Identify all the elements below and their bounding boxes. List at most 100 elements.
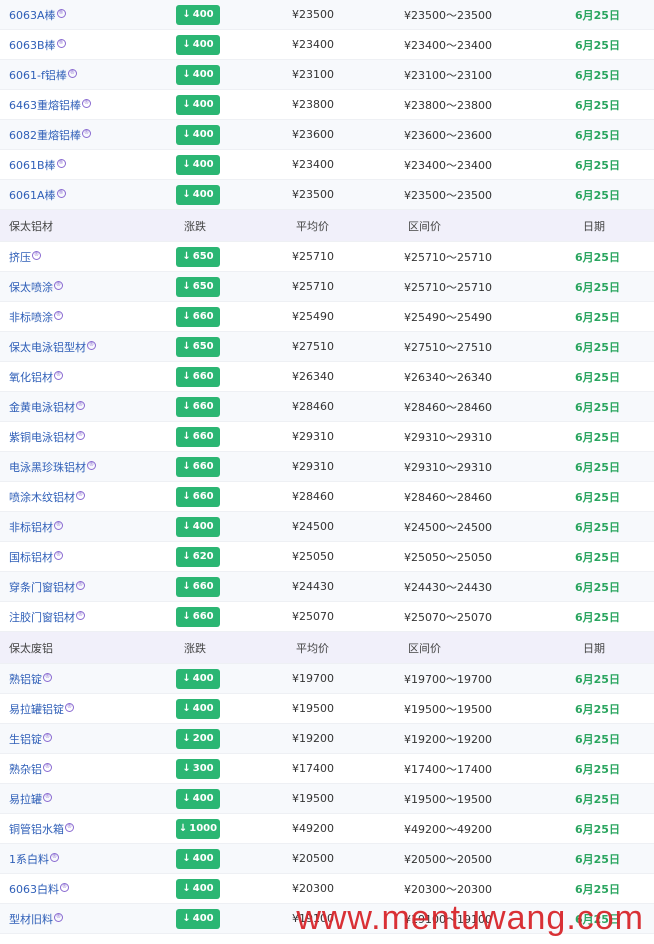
product-link[interactable]: 非标喷涂 ® bbox=[9, 309, 63, 325]
product-link[interactable]: 6061-f铝棒 ® bbox=[9, 67, 77, 83]
product-link[interactable]: 国标铝材 ® bbox=[9, 549, 63, 565]
change-badge: ↓ 660 bbox=[176, 396, 220, 417]
table-row: 6061A棒 ® ↓ 400 ¥23500 ¥23500～23500 6月25日 bbox=[0, 180, 654, 210]
change-value: 400 bbox=[192, 159, 214, 170]
change-value: 400 bbox=[192, 883, 214, 894]
down-arrow-icon: ↓ bbox=[182, 281, 191, 292]
change-value: 660 bbox=[192, 491, 214, 502]
product-link[interactable]: 6063A棒 ® bbox=[9, 7, 66, 23]
product-link[interactable]: 注胶门窗铝材 ® bbox=[9, 609, 85, 625]
registered-icon: ® bbox=[87, 340, 96, 350]
product-link[interactable]: 易拉罐铝锭 ® bbox=[9, 701, 74, 717]
product-name-cell: 1系白料 ® bbox=[9, 844, 174, 873]
product-link[interactable]: 1系白料 ® bbox=[9, 851, 59, 867]
product-link[interactable]: 喷涂木纹铝材 ® bbox=[9, 489, 85, 505]
product-name: 保太电泳铝型材 bbox=[9, 340, 86, 354]
change-cell: ↓ 400 bbox=[176, 512, 248, 541]
table-row: 电泳黑珍珠铝材 ® ↓ 660 ¥29310 ¥29310～29310 6月25日 bbox=[0, 452, 654, 482]
product-link[interactable]: 型材旧料 ® bbox=[9, 911, 63, 927]
registered-icon: ® bbox=[50, 852, 59, 862]
registered-icon: ® bbox=[76, 580, 85, 590]
change-badge: ↓ 650 bbox=[176, 336, 220, 357]
range-price: ¥23500～23500 bbox=[404, 8, 492, 22]
date-value: 6月25日 bbox=[575, 792, 620, 806]
change-value: 400 bbox=[192, 673, 214, 684]
table-row: 氧化铝材 ® ↓ 660 ¥26340 ¥26340～26340 6月25日 bbox=[0, 362, 654, 392]
product-name-cell: 非标喷涂 ® bbox=[9, 302, 174, 331]
table-row: 6063A棒 ® ↓ 400 ¥23500 ¥23500～23500 6月25日 bbox=[0, 0, 654, 30]
product-link[interactable]: 生铝锭 ® bbox=[9, 731, 52, 747]
avg-price: ¥25710 bbox=[292, 250, 334, 263]
table-row: 保太喷涂 ® ↓ 650 ¥25710 ¥25710～25710 6月25日 bbox=[0, 272, 654, 302]
registered-icon: ® bbox=[54, 550, 63, 560]
product-name: 氧化铝材 bbox=[9, 370, 53, 384]
product-name: 紫铜电泳铝材 bbox=[9, 430, 75, 444]
change-cell: ↓ 660 bbox=[176, 482, 248, 511]
avg-price: ¥49200 bbox=[292, 822, 334, 835]
change-cell: ↓ 400 bbox=[176, 784, 248, 813]
date-value: 6月25日 bbox=[575, 580, 620, 594]
change-value: 400 bbox=[192, 9, 214, 20]
product-link[interactable]: 非标铝材 ® bbox=[9, 519, 63, 535]
registered-icon: ® bbox=[76, 490, 85, 500]
change-value: 400 bbox=[192, 189, 214, 200]
product-link[interactable]: 6063白料 ® bbox=[9, 881, 69, 897]
table-row: 易拉罐铝锭 ® ↓ 400 ¥19500 ¥19500～19500 6月25日 bbox=[0, 694, 654, 724]
product-name: 6063A棒 bbox=[9, 8, 56, 22]
registered-icon: ® bbox=[54, 310, 63, 320]
change-value: 660 bbox=[192, 431, 214, 442]
change-badge: ↓ 650 bbox=[176, 276, 220, 297]
change-cell: ↓ 1000 bbox=[176, 814, 248, 843]
product-link[interactable]: 铜管铝水箱 ® bbox=[9, 821, 74, 837]
date-value: 6月25日 bbox=[575, 762, 620, 776]
range-price: ¥26340～26340 bbox=[404, 370, 492, 384]
product-name: 挤压 bbox=[9, 250, 31, 264]
range-price: ¥49200～49200 bbox=[404, 822, 492, 836]
product-name-cell: 电泳黑珍珠铝材 ® bbox=[9, 452, 174, 481]
product-link[interactable]: 金黄电泳铝材 ® bbox=[9, 399, 85, 415]
range-price: ¥23800～23800 bbox=[404, 98, 492, 112]
registered-icon: ® bbox=[56, 158, 66, 168]
product-link[interactable]: 熟铝锭 ® bbox=[9, 671, 52, 687]
product-link[interactable]: 电泳黑珍珠铝材 ® bbox=[9, 459, 96, 475]
avg-price: ¥23500 bbox=[292, 188, 334, 201]
product-name-cell: 6063B棒 ® bbox=[9, 30, 174, 59]
product-name: 1系白料 bbox=[9, 852, 49, 866]
product-link[interactable]: 6061B棒 ® bbox=[9, 157, 66, 173]
change-badge: ↓ 400 bbox=[176, 184, 220, 205]
product-link[interactable]: 保太电泳铝型材 ® bbox=[9, 339, 96, 355]
product-link[interactable]: 6061A棒 ® bbox=[9, 187, 66, 203]
product-link[interactable]: 熟杂铝 ® bbox=[9, 761, 52, 777]
header-change: 涨跌 bbox=[184, 641, 206, 655]
product-name-cell: 6463重熔铝棒 ® bbox=[9, 90, 174, 119]
change-cell: ↓ 660 bbox=[176, 422, 248, 451]
date-value: 6月25日 bbox=[575, 8, 620, 22]
change-cell: ↓ 660 bbox=[176, 602, 248, 631]
product-name-cell: 易拉罐 ® bbox=[9, 784, 174, 813]
avg-price: ¥29310 bbox=[292, 430, 334, 443]
product-link[interactable]: 紫铜电泳铝材 ® bbox=[9, 429, 85, 445]
date-value: 6月25日 bbox=[575, 68, 620, 82]
product-link[interactable]: 易拉罐 ® bbox=[9, 791, 52, 807]
date-value: 6月25日 bbox=[575, 340, 620, 354]
change-cell: ↓ 620 bbox=[176, 542, 248, 571]
change-cell: ↓ 400 bbox=[176, 150, 248, 179]
product-link[interactable]: 穿条门窗铝材 ® bbox=[9, 579, 85, 595]
change-value: 400 bbox=[192, 913, 214, 924]
date-value: 6月25日 bbox=[575, 158, 620, 172]
date-value: 6月25日 bbox=[575, 98, 620, 112]
product-link[interactable]: 氧化铝材 ® bbox=[9, 369, 63, 385]
product-link[interactable]: 挤压 ® bbox=[9, 249, 41, 265]
product-link[interactable]: 6463重熔铝棒 ® bbox=[9, 97, 91, 113]
product-link[interactable]: 6063B棒 ® bbox=[9, 37, 66, 53]
product-name: 6061-f铝棒 bbox=[9, 68, 67, 82]
registered-icon: ® bbox=[65, 822, 74, 832]
down-arrow-icon: ↓ bbox=[182, 551, 191, 562]
range-price: ¥28460～28460 bbox=[404, 490, 492, 504]
range-price: ¥24500～24500 bbox=[404, 520, 492, 534]
change-value: 650 bbox=[192, 251, 214, 262]
product-link[interactable]: 保太喷涂 ® bbox=[9, 279, 63, 295]
change-cell: ↓ 400 bbox=[176, 904, 248, 933]
down-arrow-icon: ↓ bbox=[182, 39, 191, 50]
product-link[interactable]: 6082重熔铝棒 ® bbox=[9, 127, 91, 143]
